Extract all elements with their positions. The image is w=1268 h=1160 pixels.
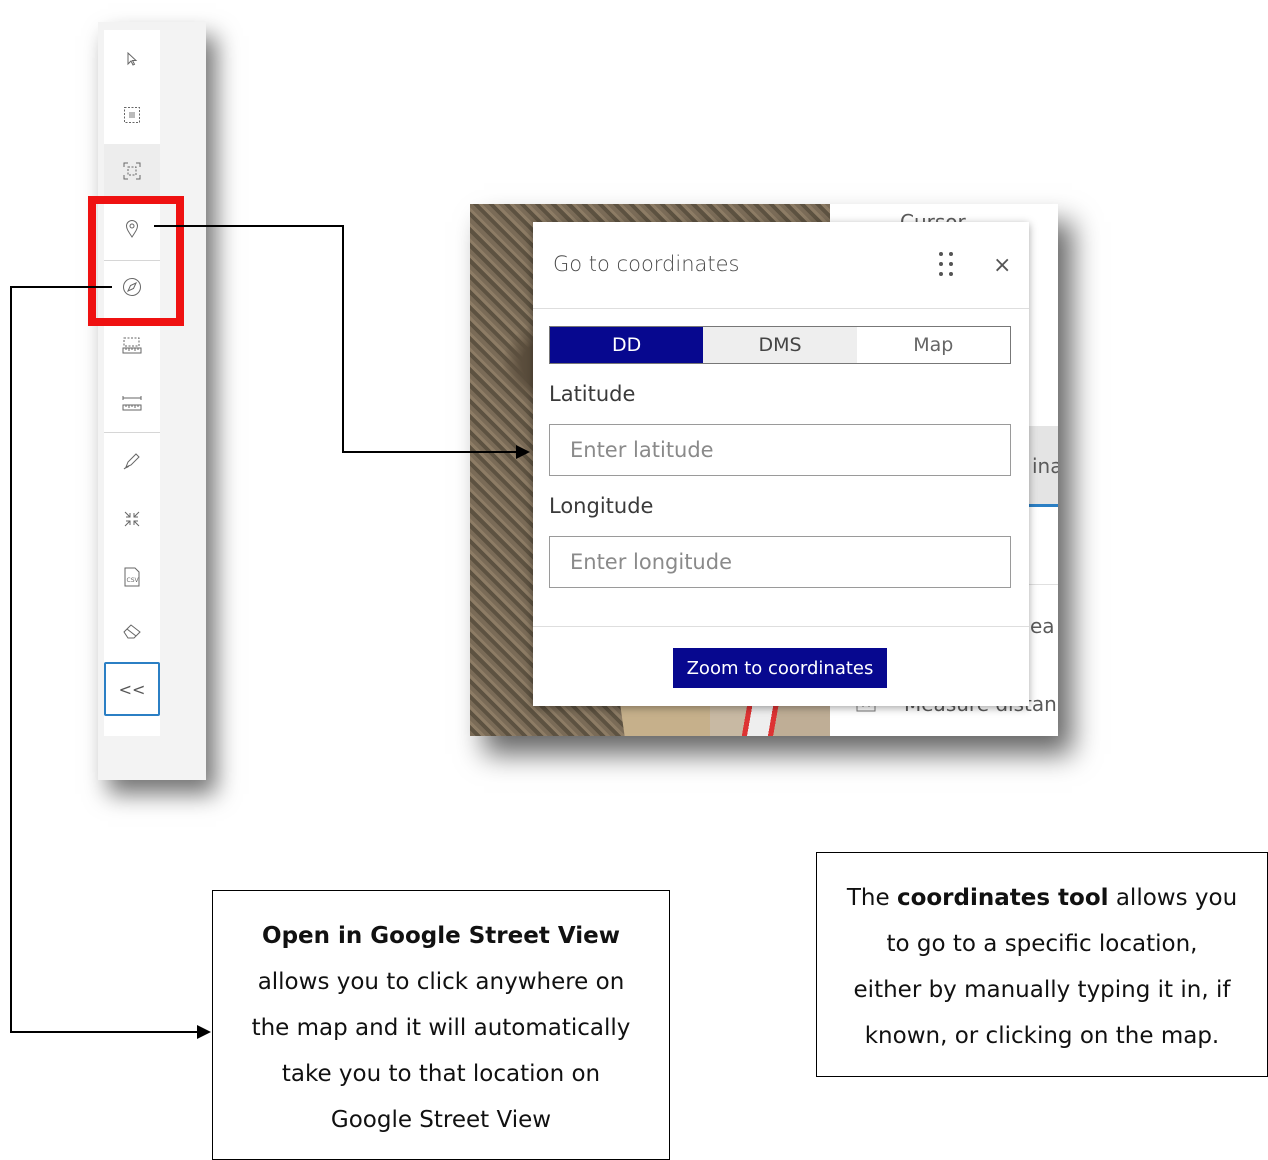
connector-arrow xyxy=(516,445,530,459)
select-rectangle-icon xyxy=(124,107,140,123)
latitude-label: Latitude xyxy=(549,382,636,406)
drag-handle-icon[interactable] xyxy=(937,250,955,282)
callout-line: Google Street View xyxy=(330,1107,552,1133)
eraser-icon xyxy=(123,624,141,639)
coordinate-format-selector: DD DMS Map xyxy=(549,326,1011,364)
ruler-icon xyxy=(122,396,142,411)
callout-line: to go to a specific location, xyxy=(886,931,1198,957)
callout-line: known, or clicking on the map. xyxy=(864,1023,1220,1049)
clear-tool-button[interactable] xyxy=(104,604,160,658)
dialog-header-divider xyxy=(533,308,1029,309)
measure-distance-tool-button[interactable] xyxy=(104,376,160,430)
connector-line xyxy=(10,1031,198,1033)
highlight-box xyxy=(88,196,184,326)
coordinates-list-text: ina xyxy=(1032,454,1058,478)
callout-line: take you to that location on xyxy=(281,1061,601,1087)
longitude-input[interactable] xyxy=(549,536,1011,588)
connector-line xyxy=(10,286,12,1032)
extent-tool-button[interactable] xyxy=(104,144,160,198)
longitude-label: Longitude xyxy=(549,494,654,518)
cursor-tool-button[interactable] xyxy=(104,32,160,86)
pen-icon xyxy=(123,453,140,470)
zoom-to-coordinates-button[interactable]: Zoom to coordinates xyxy=(673,648,887,688)
callout-line: either by manually typing it in, if xyxy=(853,977,1231,1003)
dialog-title: Go to coordinates xyxy=(553,252,740,276)
collapse-toolbar-button[interactable]: << xyxy=(104,662,160,716)
connector-arrow xyxy=(197,1025,211,1039)
connector-line xyxy=(342,225,344,452)
street-view-callout-title: Open in Google Street View xyxy=(262,923,620,949)
cursor-icon xyxy=(127,52,138,66)
street-view-callout: Open in Google Street View allows you to… xyxy=(212,890,670,1160)
callout-line: the map and it will automatically xyxy=(251,1015,631,1041)
go-to-coordinates-dialog: Go to coordinates × DD DMS Map Latitude … xyxy=(533,222,1029,706)
select-area-tool-button[interactable] xyxy=(104,88,160,142)
toolbar-divider xyxy=(104,432,160,433)
tab-dd[interactable]: DD xyxy=(550,327,704,363)
connector-line xyxy=(154,225,343,227)
zoom-extent-tool-button[interactable] xyxy=(104,492,160,546)
measure-area-tool-button[interactable] xyxy=(104,318,160,372)
measure-area-list-text: ea xyxy=(1030,614,1055,638)
collapse-arrows-icon xyxy=(124,511,140,527)
coordinates-callout-title: The coordinates tool allows you xyxy=(846,885,1238,911)
tab-map[interactable]: Map xyxy=(856,327,1010,363)
measure-area-icon xyxy=(122,337,142,354)
connector-line xyxy=(10,286,112,288)
svg-text:CSV: CSV xyxy=(127,577,140,584)
latitude-input[interactable] xyxy=(549,424,1011,476)
dialog-footer-divider xyxy=(533,626,1029,627)
csv-file-icon: CSV xyxy=(124,567,140,587)
close-icon[interactable]: × xyxy=(993,255,1011,277)
coordinates-callout: The coordinates tool allows you to go to… xyxy=(816,852,1268,1077)
callout-line: allows you to click anywhere on xyxy=(257,969,625,995)
connector-line xyxy=(342,451,518,453)
export-csv-tool-button[interactable]: CSV xyxy=(104,550,160,604)
tab-dms[interactable]: DMS xyxy=(703,327,857,363)
draw-tool-button[interactable] xyxy=(104,434,160,488)
selection-frame-icon xyxy=(123,162,141,180)
